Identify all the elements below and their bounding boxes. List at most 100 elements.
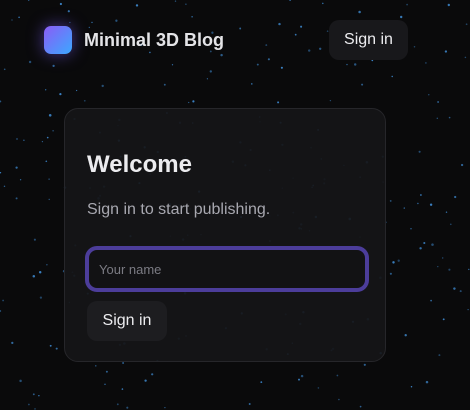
star-dot (38, 395, 40, 397)
star-dot (389, 199, 392, 202)
star-dot (431, 243, 434, 246)
star-dot (453, 287, 456, 290)
star-dot (164, 406, 166, 409)
star-dot (359, 405, 362, 408)
star-dot (454, 195, 457, 199)
star-dot (19, 179, 22, 181)
star-dot (260, 381, 263, 384)
star-dot (448, 268, 451, 271)
star-dot (317, 387, 320, 389)
star-dot (251, 83, 253, 85)
star-dot (75, 89, 78, 92)
star-dot (95, 365, 97, 367)
star-dot (46, 136, 49, 139)
star-dot (3, 185, 6, 188)
star-dot (83, 99, 86, 102)
star-dot (449, 223, 452, 226)
star-dot (420, 194, 422, 196)
star-dot (298, 378, 300, 381)
star-dot (192, 100, 195, 103)
star-dot (2, 299, 4, 302)
card-title: Welcome (87, 151, 192, 178)
star-dot (45, 89, 47, 91)
star-dot (0, 172, 2, 174)
top-header: Minimal 3D Blog Sign in (0, 0, 470, 80)
star-dot (410, 385, 413, 388)
star-dot (430, 299, 432, 302)
star-dot (363, 363, 366, 366)
star-dot (417, 202, 419, 205)
star-dot (15, 197, 18, 200)
star-dot (41, 141, 44, 143)
star-dot (23, 139, 25, 141)
signin-card: Welcome Sign in to start publishing. Sig… (64, 108, 386, 362)
star-dot (48, 178, 50, 180)
star-dot (428, 94, 430, 96)
star-dot (300, 374, 304, 378)
star-dot (460, 163, 464, 167)
star-dot (163, 83, 166, 86)
card-subtitle: Sign in to start publishing. (87, 201, 271, 218)
star-dot (32, 274, 36, 278)
star-dot (126, 406, 129, 409)
name-input[interactable] (85, 246, 369, 292)
brand-title: Minimal 3D Blog (84, 30, 225, 50)
star-dot (448, 116, 451, 119)
star-dot (438, 354, 441, 357)
star-dot (32, 393, 35, 396)
star-dot (392, 261, 395, 264)
star-dot (46, 264, 48, 266)
star-dot (104, 383, 106, 386)
star-dot (459, 290, 462, 293)
header-signin-button[interactable]: Sign in (329, 20, 408, 60)
star-dot (105, 370, 108, 373)
star-dot (442, 318, 445, 321)
star-dot (437, 265, 439, 268)
star-dot (397, 259, 400, 262)
star-dot (144, 379, 147, 382)
star-dot (418, 150, 421, 153)
star-dot (248, 403, 251, 405)
star-dot (404, 334, 407, 337)
star-dot (445, 211, 448, 213)
star-dot (34, 408, 36, 410)
star-dot (468, 268, 470, 271)
star-dot (0, 310, 2, 312)
star-dot (338, 398, 340, 401)
star-dot (116, 403, 119, 406)
star-dot (48, 198, 50, 201)
star-dot (361, 83, 364, 86)
star-dot (151, 373, 154, 376)
star-dot (389, 272, 392, 275)
star-dot (425, 380, 429, 384)
star-dot (423, 241, 426, 245)
star-dot (188, 101, 190, 104)
star-dot (336, 374, 339, 377)
star-dot (28, 403, 30, 406)
star-dot (38, 270, 42, 274)
star-dot (403, 207, 405, 209)
star-dot (49, 344, 52, 347)
star-dot (16, 138, 18, 140)
logo-icon (44, 26, 72, 54)
star-dot (11, 341, 14, 345)
star-dot (15, 166, 18, 169)
star-dot (59, 92, 62, 96)
star-dot (52, 129, 54, 132)
card-signin-button[interactable]: Sign in (87, 301, 167, 341)
star-dot (277, 101, 280, 104)
star-dot (329, 99, 332, 102)
star-dot (467, 308, 469, 311)
star-dot (55, 347, 58, 350)
star-dot (436, 117, 439, 120)
star-dot (429, 203, 433, 206)
star-dot (19, 379, 22, 383)
star-dot (33, 238, 36, 241)
star-dot (48, 114, 52, 117)
star-dot (419, 247, 422, 250)
star-dot (410, 228, 412, 230)
star-dot (122, 362, 125, 364)
star-dot (0, 100, 2, 103)
star-dot (442, 257, 444, 259)
star-dot (39, 296, 43, 299)
